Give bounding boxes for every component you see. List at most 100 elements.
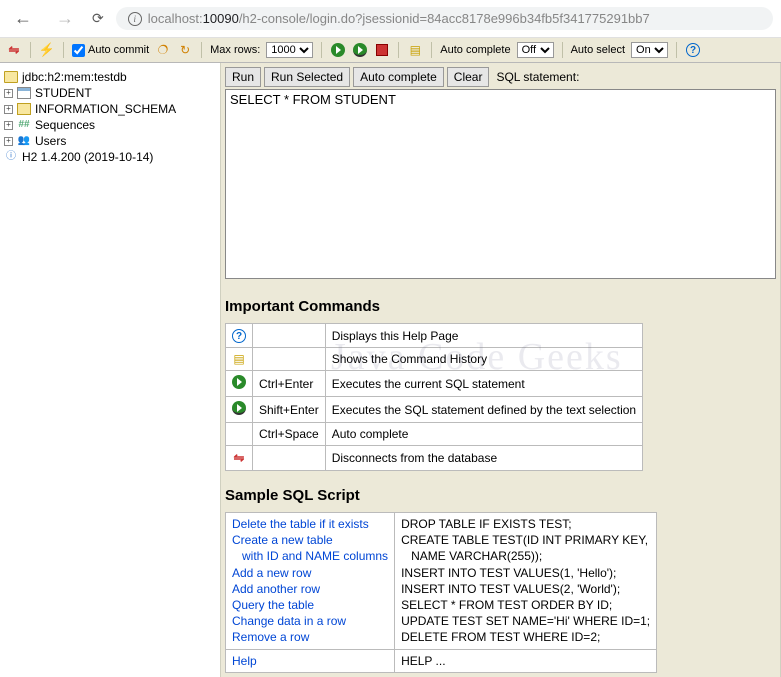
sql-line: SELECT * FROM TEST ORDER BY ID;: [401, 597, 650, 613]
desc-cell: Executes the current SQL statement: [325, 371, 642, 397]
commands-table: ? Displays this Help Page ▤ Shows the Co…: [225, 323, 643, 471]
sql-line: DELETE FROM TEST WHERE ID=2;: [401, 629, 650, 645]
auto-select-label: Auto select: [571, 44, 625, 56]
rollback-icon[interactable]: ↻: [177, 42, 193, 58]
auto-complete-select[interactable]: Off: [517, 42, 554, 58]
forward-button[interactable]: →: [50, 6, 80, 31]
table-row: Delete the table if it exists Create a n…: [226, 513, 657, 650]
help-icon[interactable]: ?: [685, 42, 701, 58]
desc-cell: Shows the Command History: [325, 348, 642, 371]
commit-icon[interactable]: 🔿: [155, 42, 171, 58]
table-row: Shift+Enter Executes the SQL statement d…: [226, 397, 643, 423]
key-cell: [253, 324, 326, 348]
clear-button[interactable]: Clear: [447, 67, 490, 87]
history-icon[interactable]: ▤: [407, 42, 423, 58]
tree-label: INFORMATION_SCHEMA: [35, 102, 176, 116]
expand-icon[interactable]: +: [4, 105, 13, 114]
stop-icon[interactable]: [374, 42, 390, 58]
sql-line: INSERT INTO TEST VALUES(2, 'World');: [401, 581, 650, 597]
desc-cell: Executes the SQL statement defined by th…: [325, 397, 642, 423]
sql-line: UPDATE TEST SET NAME='Hi' WHERE ID=1;: [401, 613, 650, 629]
script-link[interactable]: Query the table: [232, 597, 388, 613]
max-rows-select[interactable]: 1000: [266, 42, 313, 58]
table-row: Ctrl+Enter Executes the current SQL stat…: [226, 371, 643, 397]
tree-item-information-schema[interactable]: + INFORMATION_SCHEMA: [4, 101, 216, 117]
info-icon: ⓘ: [4, 151, 18, 163]
help-sql: HELP ...: [395, 649, 657, 672]
expand-icon[interactable]: +: [4, 137, 13, 146]
history-icon[interactable]: ▤: [233, 352, 244, 366]
help-icon[interactable]: ?: [232, 329, 246, 343]
site-info-icon[interactable]: i: [128, 12, 142, 26]
script-sql-cell: DROP TABLE IF EXISTS TEST; CREATE TABLE …: [395, 513, 657, 650]
table-row: Help HELP ...: [226, 649, 657, 672]
script-link[interactable]: Remove a row: [232, 629, 388, 645]
script-links-cell: Delete the table if it exists Create a n…: [226, 513, 395, 650]
main-area: jdbc:h2:mem:testdb + STUDENT + INFORMATI…: [0, 63, 781, 677]
tree-label: STUDENT: [35, 86, 92, 100]
tree-label: Sequences: [35, 118, 95, 132]
script-link[interactable]: Add a new row: [232, 565, 388, 581]
address-bar[interactable]: i localhost:10090/h2-console/login.do?js…: [116, 7, 773, 30]
expand-icon[interactable]: +: [4, 121, 13, 130]
db-label: jdbc:h2:mem:testdb: [22, 70, 127, 84]
sample-script-title: Sample SQL Script: [225, 487, 776, 504]
table-row: ⇋ Disconnects from the database: [226, 446, 643, 471]
sql-line: CREATE TABLE TEST(ID INT PRIMARY KEY,: [401, 532, 650, 548]
sql-line: NAME VARCHAR(255));: [401, 548, 650, 564]
key-cell: Ctrl+Space: [253, 423, 326, 446]
run-icon[interactable]: [330, 42, 346, 58]
help-link[interactable]: Help: [232, 653, 388, 669]
key-cell: Ctrl+Enter: [253, 371, 326, 397]
h2-toolbar: ⇋ ⚡ Auto commit 🔿 ↻ Max rows: 1000 ▤ Aut…: [0, 38, 781, 63]
auto-commit-checkbox[interactable]: Auto commit: [72, 44, 149, 57]
table-row: ? Displays this Help Page: [226, 324, 643, 348]
sidebar: jdbc:h2:mem:testdb + STUDENT + INFORMATI…: [0, 63, 220, 677]
folder-icon: [17, 103, 31, 115]
expand-icon[interactable]: +: [4, 89, 13, 98]
script-link[interactable]: Create a new table: [232, 532, 388, 548]
auto-complete-button[interactable]: Auto complete: [353, 67, 444, 87]
max-rows-label: Max rows:: [210, 44, 260, 56]
desc-cell: Auto complete: [325, 423, 642, 446]
version-row: ⓘ H2 1.4.200 (2019-10-14): [4, 149, 216, 165]
empty-icon: [226, 423, 253, 446]
important-commands-title: Important Commands: [225, 298, 776, 315]
tree-item-sequences[interactable]: + ## Sequences: [4, 117, 216, 133]
sql-line: INSERT INTO TEST VALUES(1, 'Hello');: [401, 565, 650, 581]
sql-line: DROP TABLE IF EXISTS TEST;: [401, 516, 650, 532]
back-button[interactable]: ←: [8, 6, 38, 31]
run-button[interactable]: Run: [225, 67, 261, 87]
script-link[interactable]: Add another row: [232, 581, 388, 597]
play-icon[interactable]: [232, 375, 246, 389]
sequences-icon: ##: [17, 119, 31, 131]
script-table: Delete the table if it exists Create a n…: [225, 512, 657, 673]
key-cell: Shift+Enter: [253, 397, 326, 423]
sql-statement-label: SQL statement:: [496, 70, 579, 84]
users-icon: 👥: [17, 135, 31, 147]
disconnect-icon[interactable]: ⇋: [6, 42, 22, 58]
tree-item-student[interactable]: + STUDENT: [4, 85, 216, 101]
script-link[interactable]: with ID and NAME columns: [232, 548, 388, 564]
content: Run Run Selected Auto complete Clear SQL…: [220, 63, 781, 677]
auto-commit-label: Auto commit: [88, 44, 149, 56]
sql-textarea[interactable]: [225, 89, 776, 279]
disconnect-icon[interactable]: ⇋: [234, 450, 245, 465]
refresh-icon[interactable]: ⚡: [39, 42, 55, 58]
key-cell: [253, 348, 326, 371]
database-icon: [4, 71, 18, 83]
sql-button-row: Run Run Selected Auto complete Clear SQL…: [225, 67, 776, 87]
db-node[interactable]: jdbc:h2:mem:testdb: [4, 69, 216, 85]
table-icon: [17, 87, 31, 99]
auto-select-select[interactable]: On: [631, 42, 668, 58]
script-link[interactable]: Change data in a row: [232, 613, 388, 629]
script-link[interactable]: Delete the table if it exists: [232, 516, 388, 532]
table-row: Ctrl+Space Auto complete: [226, 423, 643, 446]
tree-item-users[interactable]: + 👥 Users: [4, 133, 216, 149]
reload-button[interactable]: ⟳: [92, 10, 104, 27]
desc-cell: Displays this Help Page: [325, 324, 642, 348]
run-selected-button[interactable]: Run Selected: [264, 67, 350, 87]
play-selected-icon[interactable]: [232, 401, 246, 415]
run-selected-icon[interactable]: [352, 42, 368, 58]
version-label: H2 1.4.200 (2019-10-14): [22, 150, 153, 164]
